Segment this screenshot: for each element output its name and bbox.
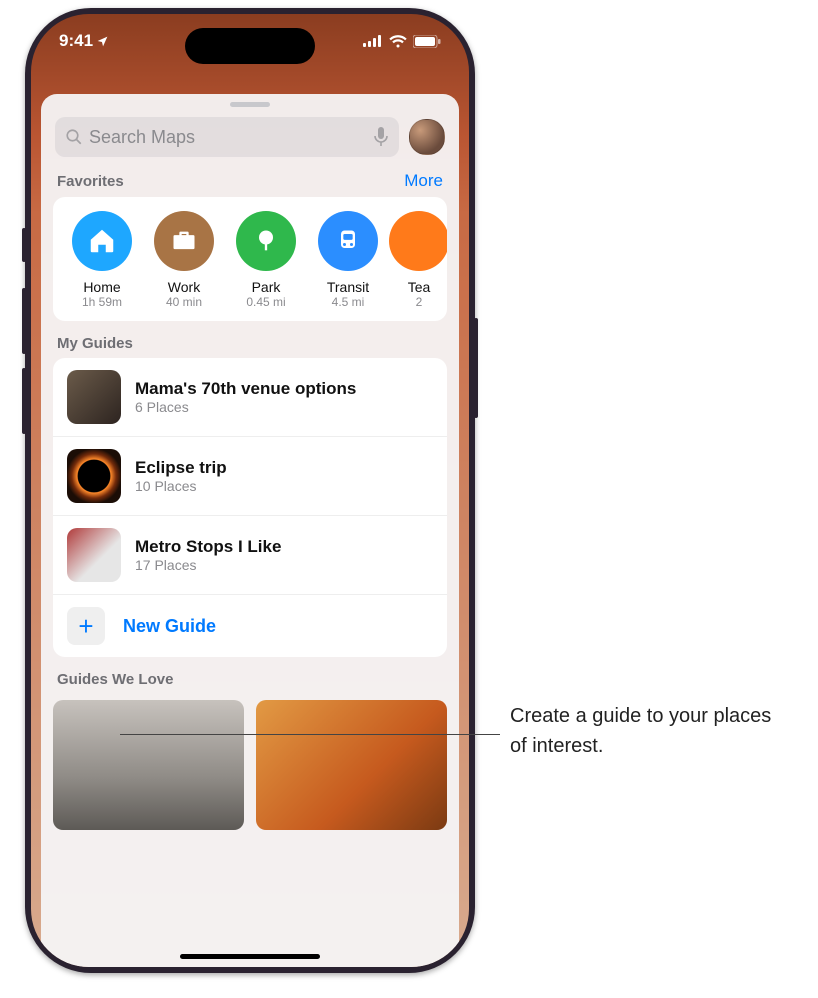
guide-thumbnail: [67, 528, 121, 582]
plus-icon: +: [67, 607, 105, 645]
favorite-sub: 40 min: [143, 295, 225, 309]
search-icon: [65, 128, 83, 146]
new-guide-button[interactable]: + New Guide: [53, 595, 447, 657]
guide-row[interactable]: Metro Stops I Like 17 Places: [53, 516, 447, 595]
favorite-home[interactable]: Home 1h 59m: [61, 211, 143, 309]
screen: 9:41: [31, 14, 469, 967]
favorite-label: Park: [225, 279, 307, 295]
dynamic-island: [185, 28, 315, 64]
guide-title: Mama's 70th venue options: [135, 379, 356, 399]
favorite-sub: 4.5 mi: [307, 295, 389, 309]
home-icon: [72, 211, 132, 271]
favorite-label: Work: [143, 279, 225, 295]
guide-title: Eclipse trip: [135, 458, 227, 478]
favorite-label: Transit: [307, 279, 389, 295]
callout-text: Create a guide to your places of interes…: [510, 701, 790, 761]
location-services-icon: [96, 35, 109, 48]
power-button[interactable]: [474, 318, 478, 418]
cellular-signal-icon: [363, 35, 383, 47]
guide-thumbnail: [67, 449, 121, 503]
favorites-more-link[interactable]: More: [404, 171, 443, 191]
search-input[interactable]: Search Maps: [55, 117, 399, 157]
guide-subtitle: 6 Places: [135, 399, 356, 415]
my-guides-title: My Guides: [57, 335, 133, 352]
callout-leader-line: [120, 734, 500, 735]
favorite-more[interactable]: Tea 2: [389, 211, 447, 309]
guide-subtitle: 10 Places: [135, 478, 227, 494]
profile-avatar[interactable]: [409, 119, 445, 155]
guide-subtitle: 17 Places: [135, 557, 281, 573]
favorite-park[interactable]: Park 0.45 mi: [225, 211, 307, 309]
my-guides-card: Mama's 70th venue options 6 Places Eclip…: [53, 358, 447, 657]
microphone-icon[interactable]: [373, 127, 389, 147]
cup-icon: [389, 211, 447, 271]
guide-card[interactable]: [256, 700, 447, 830]
favorite-sub: 1h 59m: [61, 295, 143, 309]
favorite-sub: 2: [389, 295, 447, 309]
volume-down-button[interactable]: [22, 368, 26, 434]
favorite-transit[interactable]: Transit 4.5 mi: [307, 211, 389, 309]
battery-icon: [413, 35, 441, 48]
search-placeholder: Search Maps: [89, 127, 373, 148]
new-guide-label: New Guide: [123, 616, 216, 637]
home-indicator[interactable]: [180, 954, 320, 959]
search-card: Search Maps Favorites M: [41, 94, 459, 967]
briefcase-icon: [154, 211, 214, 271]
silence-switch[interactable]: [22, 228, 26, 262]
favorite-work[interactable]: Work 40 min: [143, 211, 225, 309]
favorites-title: Favorites: [57, 173, 124, 190]
volume-up-button[interactable]: [22, 288, 26, 354]
favorites-card: Home 1h 59m Work 40 min: [53, 197, 447, 321]
transit-icon: [318, 211, 378, 271]
guides-we-love-title: Guides We Love: [57, 671, 173, 688]
guide-card[interactable]: [53, 700, 244, 830]
grabber-handle[interactable]: [230, 102, 270, 107]
guide-title: Metro Stops I Like: [135, 537, 281, 557]
favorite-sub: 0.45 mi: [225, 295, 307, 309]
status-time: 9:41: [59, 31, 93, 51]
wifi-icon: [389, 35, 407, 48]
phone-frame: 9:41: [25, 8, 475, 973]
guide-thumbnail: [67, 370, 121, 424]
favorite-label: Home: [61, 279, 143, 295]
tree-icon: [236, 211, 296, 271]
guide-row[interactable]: Eclipse trip 10 Places: [53, 437, 447, 516]
favorite-label: Tea: [389, 279, 447, 295]
guide-row[interactable]: Mama's 70th venue options 6 Places: [53, 358, 447, 437]
